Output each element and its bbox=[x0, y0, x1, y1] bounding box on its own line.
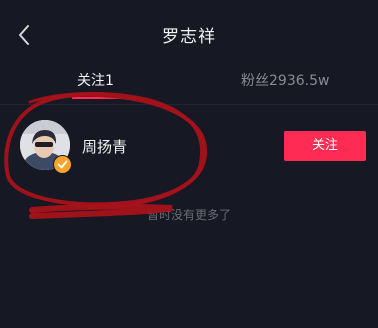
verified-badge bbox=[53, 155, 72, 174]
tab-divider bbox=[0, 104, 378, 105]
tab-following[interactable]: 关注1 bbox=[77, 70, 114, 90]
tab-fans[interactable]: 粉丝2936.5w bbox=[241, 70, 329, 90]
follow-button[interactable]: 关注 bbox=[284, 131, 366, 161]
no-more-text: 暂时没有更多了 bbox=[146, 208, 231, 222]
following-list-screen: 罗志祥 关注1 粉丝2936.5w 周扬青 关注 暂时没有更多了 bbox=[0, 0, 378, 328]
list-item-user[interactable]: 周扬青 关注 bbox=[0, 116, 378, 176]
user-name[interactable]: 周扬青 bbox=[82, 136, 127, 157]
top-bar: 罗志祥 bbox=[0, 0, 378, 60]
tab-bar: 关注1 粉丝2936.5w bbox=[0, 64, 378, 105]
verified-check-icon bbox=[57, 160, 68, 169]
page-title: 罗志祥 bbox=[162, 27, 216, 47]
active-tab-indicator bbox=[72, 97, 122, 99]
